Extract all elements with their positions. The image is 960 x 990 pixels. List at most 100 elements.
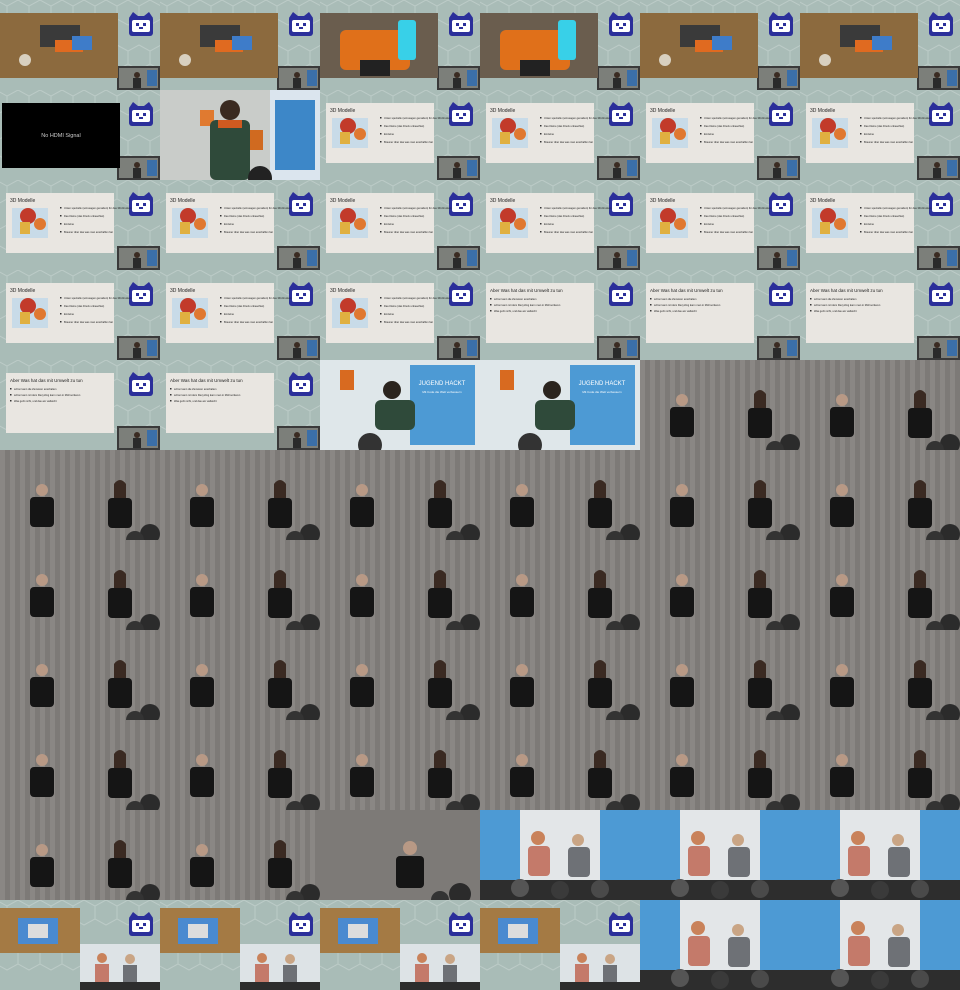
thumbnail-duo[interactable]: [640, 450, 800, 540]
svg-text:Einzelne: Einzelne: [64, 222, 75, 226]
svg-text:Unten spezielle (sozusagen gem: Unten spezielle (sozusagen gemalten) für…: [704, 206, 772, 210]
thumbnail-image: [480, 0, 640, 90]
thumbnail-duo[interactable]: [320, 450, 480, 540]
thumbnail-slideenv[interactable]: Aber Was hat das mit Umwelt zu tun schon …: [640, 270, 800, 360]
thumbnail-duo[interactable]: [320, 540, 480, 630]
thumbnail-girls[interactable]: [640, 810, 800, 900]
thumbnail-slide3d[interactable]: 3D Modelle Unten spezielle (sozusagen gem…: [0, 180, 160, 270]
thumbnail-image: [480, 810, 640, 900]
thumbnail-tablet[interactable]: [160, 900, 320, 990]
thumbnail-nosignal[interactable]: No HDMI Signal: [0, 90, 160, 180]
thumbnail-image: 3D Modelle Unten spezielle (sozusagen gem…: [0, 270, 160, 360]
thumbnail-desk[interactable]: [160, 0, 320, 90]
thumbnail-slide3d[interactable]: 3D Modelle Unten spezielle (sozusagen gem…: [640, 180, 800, 270]
svg-text:Unten spezielle (sozusagen gem: Unten spezielle (sozusagen gemalten) für…: [384, 296, 452, 300]
thumbnail-duo[interactable]: [640, 720, 800, 810]
thumbnail-slideenv[interactable]: Aber Was hat das mit Umwelt zu tun schon …: [0, 360, 160, 450]
thumbnail-duo[interactable]: [640, 540, 800, 630]
thumbnail-duo[interactable]: [0, 720, 160, 810]
thumbnail-image: [480, 540, 640, 630]
thumbnail-image: [480, 630, 640, 720]
svg-text:Was geht nicht, und das am vie: Was geht nicht, und das am vielleicht: [14, 399, 57, 403]
thumbnail-slide3d[interactable]: 3D Modelle Unten spezielle (sozusagen gem…: [320, 270, 480, 360]
thumbnail-duo[interactable]: [800, 720, 960, 810]
thumbnail-printer[interactable]: [320, 0, 480, 90]
thumbnail-girls[interactable]: [800, 900, 960, 990]
thumbnail-girls[interactable]: [800, 810, 960, 900]
svg-text:Brauner über das was man ansch: Brauner über das was man anschaffen hat: [224, 230, 273, 234]
svg-text:schon kann die Zensoren anscha: schon kann die Zensoren anschalten: [14, 387, 57, 391]
svg-text:3D Modelle: 3D Modelle: [810, 108, 836, 114]
thumbnail-girls[interactable]: [640, 900, 800, 990]
thumbnail-duo[interactable]: [640, 630, 800, 720]
thumbnail-slide3d[interactable]: 3D Modelle Unten spezielle (sozusagen gem…: [0, 270, 160, 360]
thumbnail-slide3d[interactable]: 3D Modelle Unten spezielle (sozusagen gem…: [320, 180, 480, 270]
thumbnail-duo[interactable]: [160, 720, 320, 810]
svg-text:Einzelne: Einzelne: [224, 312, 235, 316]
thumbnail-duo[interactable]: [800, 450, 960, 540]
thumbnail-duo[interactable]: [800, 540, 960, 630]
thumbnail-slide3d[interactable]: 3D Modelle Unten spezielle (sozusagen gem…: [320, 90, 480, 180]
thumbnail-image: [640, 720, 800, 810]
thumbnail-duo[interactable]: [160, 540, 320, 630]
svg-text:Brauner über das was man ansch: Brauner über das was man anschaffen hat: [704, 140, 753, 144]
thumbnail-desk[interactable]: [0, 0, 160, 90]
thumbnail-slide3d[interactable]: 3D Modelle Unten spezielle (sozusagen gem…: [480, 90, 640, 180]
svg-text:schon kann die Zensoren anscha: schon kann die Zensoren anschalten: [814, 297, 857, 301]
svg-text:Das Kleine (das Druck unbeacht: Das Kleine (das Druck unbeachtet): [864, 214, 904, 218]
thumbnail-speaker[interactable]: [160, 90, 320, 180]
thumbnail-image: [0, 630, 160, 720]
thumbnail-slideenv[interactable]: Aber Was hat das mit Umwelt zu tun schon …: [160, 360, 320, 450]
svg-text:Brauner über das was man ansch: Brauner über das was man anschaffen hat: [384, 140, 433, 144]
thumbnail-duo[interactable]: [0, 630, 160, 720]
thumbnail-desk[interactable]: [800, 0, 960, 90]
thumbnail-slide3d[interactable]: 3D Modelle Unten spezielle (sozusagen gem…: [160, 270, 320, 360]
thumbnail-duo[interactable]: [160, 630, 320, 720]
thumbnail-duo[interactable]: [0, 540, 160, 630]
thumbnail-duo[interactable]: [480, 630, 640, 720]
thumbnail-slideenv[interactable]: Aber Was hat das mit Umwelt zu tun schon …: [800, 270, 960, 360]
thumbnail-slideenv[interactable]: Aber Was hat das mit Umwelt zu tun schon …: [480, 270, 640, 360]
thumbnail-desk[interactable]: [640, 0, 800, 90]
thumbnail-tablet[interactable]: [480, 900, 640, 990]
thumbnail-duo[interactable]: [0, 450, 160, 540]
thumbnail-duo[interactable]: [800, 360, 960, 450]
svg-text:3D Modelle: 3D Modelle: [490, 108, 516, 114]
thumbnail-image: [640, 450, 800, 540]
svg-text:Einzelne: Einzelne: [384, 222, 395, 226]
thumbnail-girls[interactable]: [480, 810, 640, 900]
thumbnail-slide3d[interactable]: 3D Modelle Unten spezielle (sozusagen gem…: [480, 180, 640, 270]
thumbnail-duo[interactable]: [480, 450, 640, 540]
svg-text:Das Kleine (das Druck unbeacht: Das Kleine (das Druck unbeachtet): [544, 214, 584, 218]
thumbnail-slide3d[interactable]: 3D Modelle Unten spezielle (sozusagen gem…: [800, 90, 960, 180]
thumbnail-duo[interactable]: [640, 360, 800, 450]
svg-text:Brauner über das was man ansch: Brauner über das was man anschaffen hat: [704, 230, 753, 234]
svg-text:Unten spezielle (sozusagen gem: Unten spezielle (sozusagen gemalten) für…: [224, 296, 292, 300]
thumbnail-duo[interactable]: [480, 720, 640, 810]
thumbnail-duo[interactable]: [320, 630, 480, 720]
thumbnail-duo[interactable]: [160, 810, 320, 900]
svg-text:3D Modelle: 3D Modelle: [330, 198, 356, 204]
thumbnail-kneel[interactable]: JUGEND HACKT Mit Code die Welt verbessern: [480, 360, 640, 450]
svg-text:Aber Was hat das mit Umwelt zu: Aber Was hat das mit Umwelt zu tun: [10, 378, 83, 383]
thumbnail-image: [160, 630, 320, 720]
thumbnail-image: [800, 450, 960, 540]
thumbnail-kneel[interactable]: JUGEND HACKT Mit Code die Welt verbessern: [320, 360, 480, 450]
thumbnail-image: Aber Was hat das mit Umwelt zu tun schon …: [800, 270, 960, 360]
svg-text:schon kann die Zensoren anscha: schon kann die Zensoren anschalten: [174, 387, 217, 391]
thumbnail-duo[interactable]: [800, 630, 960, 720]
thumbnail-slide3d[interactable]: 3D Modelle Unten spezielle (sozusagen gem…: [640, 90, 800, 180]
thumbnail-duo[interactable]: [320, 720, 480, 810]
thumbnail-slide3d[interactable]: 3D Modelle Unten spezielle (sozusagen gem…: [800, 180, 960, 270]
svg-text:3D Modelle: 3D Modelle: [810, 198, 836, 204]
thumbnail-slide3d[interactable]: 3D Modelle Unten spezielle (sozusagen gem…: [160, 180, 320, 270]
svg-text:Unten spezielle (sozusagen gem: Unten spezielle (sozusagen gemalten) für…: [64, 206, 132, 210]
thumbnail-solo[interactable]: [320, 810, 480, 900]
thumbnail-duo[interactable]: [480, 540, 640, 630]
thumbnail-tablet[interactable]: [320, 900, 480, 990]
thumbnail-printer[interactable]: [480, 0, 640, 90]
thumbnail-duo[interactable]: [160, 450, 320, 540]
thumbnail-duo[interactable]: [0, 810, 160, 900]
thumbnail-tablet[interactable]: [0, 900, 160, 990]
svg-text:Unten spezielle (sozusagen gem: Unten spezielle (sozusagen gemalten) für…: [384, 116, 452, 120]
